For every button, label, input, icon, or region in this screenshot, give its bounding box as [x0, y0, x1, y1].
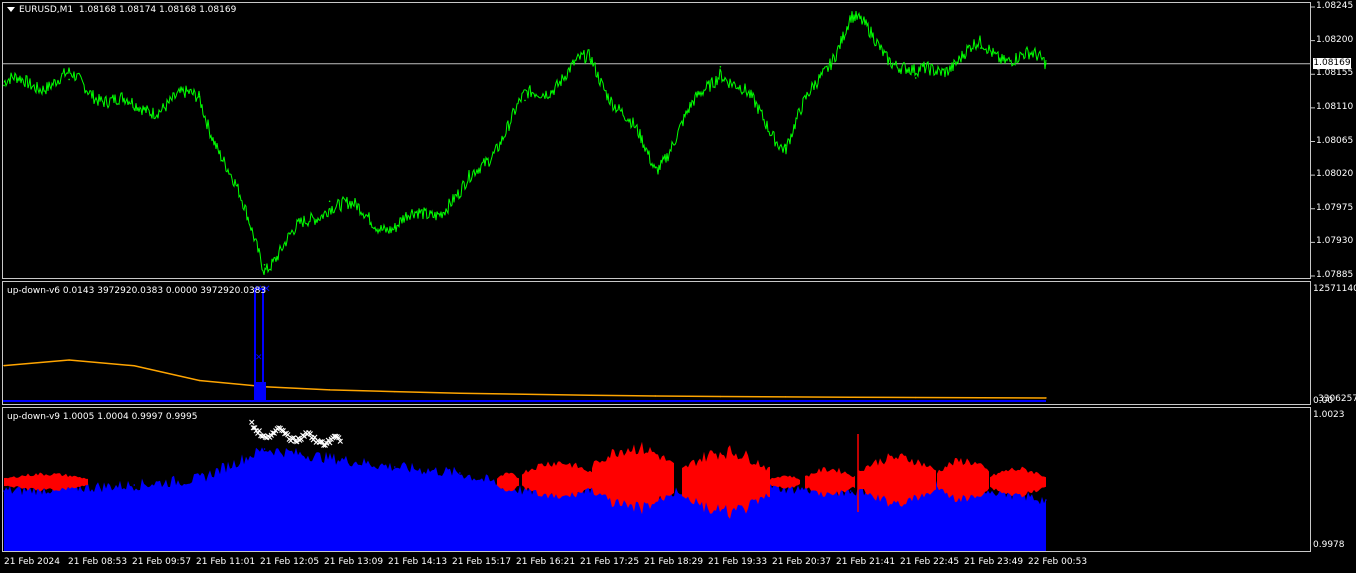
price-point [328, 200, 331, 203]
v6-point [915, 396, 917, 399]
time-axis-tick: 21 Feb 18:29 [644, 557, 704, 567]
price-point [524, 99, 526, 102]
time-axis-tick: 21 Feb 14:13 [388, 557, 448, 567]
v9-point [133, 484, 136, 486]
v9-point [198, 478, 201, 480]
price-axis-tick: 1.08200 [1316, 34, 1354, 45]
v6-point [459, 392, 461, 394]
time-axis-tick: 21 Feb 17:25 [580, 557, 640, 567]
price-point [784, 144, 787, 147]
price-axis-tick: 1.07885 [1316, 270, 1354, 280]
price-point [589, 58, 591, 61]
price-point [914, 77, 917, 79]
price-axis-tick: 1.08245 [1316, 1, 1354, 11]
v9-point [1045, 499, 1047, 501]
price-point [459, 196, 461, 199]
v6-point [328, 389, 331, 391]
time-axis-tick: 21 Feb 13:09 [324, 557, 384, 567]
time-axis-tick: 21 Feb 22:45 [900, 557, 960, 567]
ind1-label: up-down-v6 0.0143 3972920.0383 0.0000 39… [7, 286, 267, 296]
price-point [1045, 62, 1047, 65]
price-point [980, 47, 982, 49]
price-point [719, 65, 722, 68]
time-axis-tick: 22 Feb 00:53 [1028, 557, 1088, 567]
price-axis-tick: 1.08155 [1316, 68, 1354, 79]
v6-point [68, 359, 70, 361]
price-point [133, 108, 136, 111]
price-point [263, 263, 266, 266]
ind1-axis-max: 12571140 [1313, 284, 1356, 294]
price-point [68, 78, 70, 81]
v9-point [849, 490, 852, 492]
price-series-line [3, 10, 1047, 276]
v9-point [328, 457, 331, 459]
v9-point [524, 490, 526, 492]
price-point [654, 166, 657, 169]
v6-point [980, 397, 982, 399]
ind2-label: up-down-v9 1.0005 1.0004 0.9997 0.9995 [7, 412, 198, 422]
v9-point [3, 490, 5, 492]
price-point [849, 17, 852, 20]
v6-series-line [3, 359, 1047, 399]
v6-point [589, 394, 591, 396]
price-point [198, 95, 201, 98]
time-axis-tick: 21 Feb 11:01 [196, 557, 256, 567]
time-axis-tick: 21 Feb 15:17 [452, 557, 512, 567]
time-axis-tick: 21 Feb 20:37 [772, 557, 832, 567]
ind2-axis-max: 1.0023 [1313, 410, 1345, 420]
price-point [393, 226, 396, 229]
v9-down-area [990, 466, 1046, 498]
time-axis-tick: 21 Feb 12:05 [260, 557, 320, 567]
price-axis-tick: 1.08110 [1316, 101, 1354, 112]
ind2-axis-min: 0.9978 [1313, 540, 1345, 550]
v6-point [849, 396, 852, 398]
time-axis-tick: 21 Feb 09:57 [132, 557, 192, 567]
v6-point [394, 390, 396, 393]
v6-point [524, 393, 526, 395]
v6-point [133, 365, 135, 367]
v9-point [263, 448, 266, 450]
price-axis-tick: 1.08020 [1316, 169, 1354, 180]
ind1-axis-zero: 0.00 [1313, 396, 1334, 406]
v6-point [719, 395, 722, 398]
price-axis-tick: 1.08065 [1316, 135, 1354, 146]
v6-point [784, 396, 787, 398]
v6-point [1045, 397, 1047, 399]
price-axis-tick: 1.07975 [1316, 202, 1354, 213]
v9-point [393, 466, 396, 468]
time-axis-tick: 21 Feb 23:49 [964, 557, 1024, 567]
time-axis-tick: 21 Feb 19:33 [708, 557, 768, 567]
v9-point [459, 472, 461, 474]
v6-spike-marker: ✕ [255, 353, 263, 363]
time-axis-tick: 21 Feb 08:53 [68, 557, 128, 567]
v6-point [198, 379, 201, 382]
price-point [3, 84, 5, 87]
v6-point [654, 395, 656, 397]
v6-point [3, 364, 5, 367]
current-price-label: 1.08169 [1313, 58, 1351, 69]
time-axis-tick: 21 Feb 16:21 [516, 557, 576, 567]
v9-marker: × [337, 437, 345, 447]
time-axis-tick: 21 Feb 2024 [4, 557, 61, 567]
time-axis-tick: 21 Feb 21:41 [836, 557, 896, 567]
price-axis-tick: 1.07930 [1316, 236, 1354, 247]
v6-spike-base [256, 382, 266, 401]
